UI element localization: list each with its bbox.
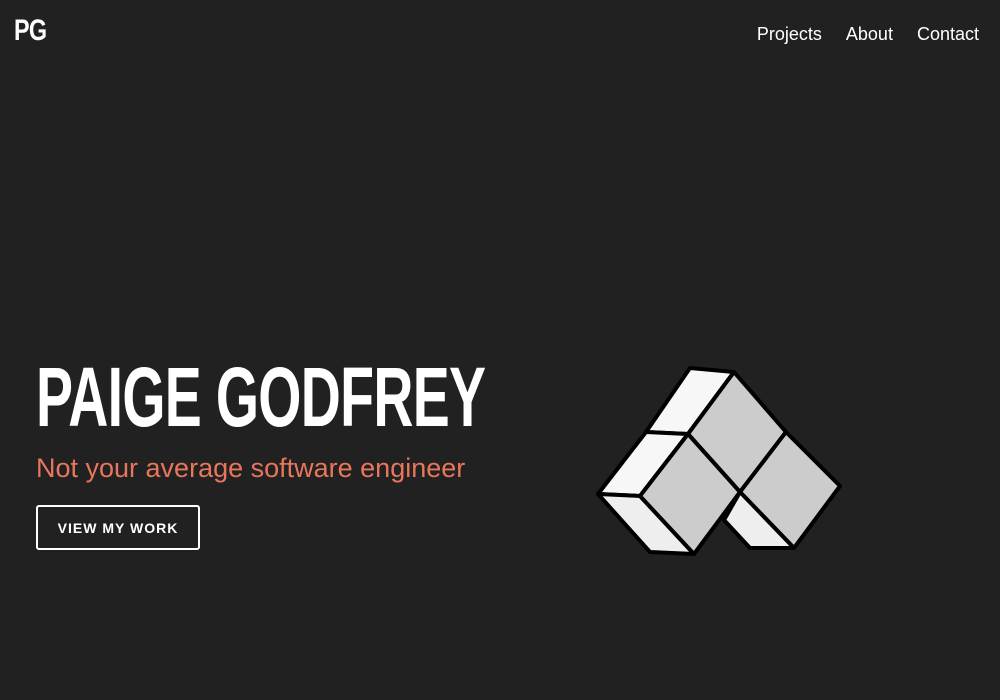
- logo[interactable]: PG: [14, 14, 47, 48]
- nav-about[interactable]: About: [846, 22, 893, 46]
- hero-subtitle: Not your average software engineer: [36, 453, 466, 483]
- view-my-work-button[interactable]: VIEW MY WORK: [36, 505, 200, 550]
- main-nav: Projects About Contact: [757, 22, 979, 46]
- hero-title: PAIGE GODFREY: [36, 350, 486, 444]
- nav-projects[interactable]: Projects: [757, 22, 822, 46]
- isometric-blocks-icon: [596, 366, 842, 556]
- nav-contact[interactable]: Contact: [917, 22, 979, 46]
